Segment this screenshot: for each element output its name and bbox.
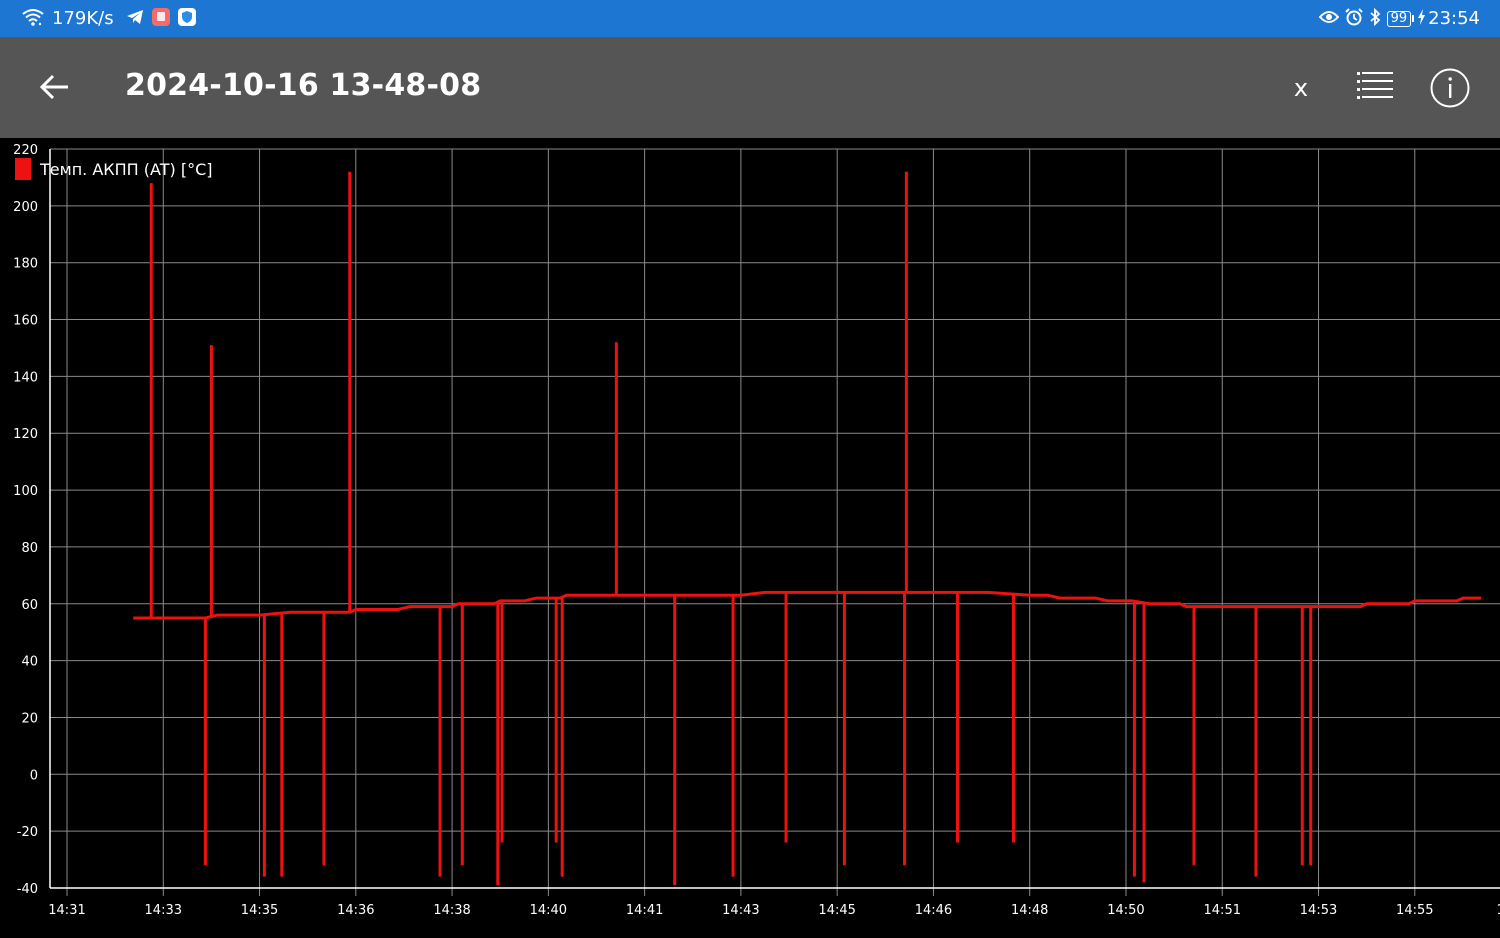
y-tick-label: 120: [13, 427, 38, 442]
x-tick-label: 14:51: [1204, 903, 1241, 918]
battery-tip: [1412, 15, 1415, 22]
x-tick-label: 14:38: [433, 903, 470, 918]
battery-icon: 99: [1386, 10, 1415, 27]
line-chart: 220200180160140120100806040200-20-4014:3…: [13, 143, 1500, 918]
y-tick-label: 200: [13, 200, 38, 215]
page-title: 2024-10-16 13-48-08: [125, 68, 482, 103]
y-tick-label: 220: [13, 143, 38, 158]
y-tick-label: 20: [21, 711, 38, 726]
back-button[interactable]: [34, 67, 76, 109]
clock: 23:54: [1428, 8, 1480, 29]
y-tick-label: 0: [30, 768, 38, 783]
list-icon: [1357, 72, 1393, 99]
telegram-icon: [126, 9, 144, 29]
y-tick-label: 180: [13, 257, 38, 272]
charging-icon: [1417, 8, 1426, 29]
battery-level: 99: [1386, 10, 1412, 27]
legend-swatch: [15, 158, 31, 180]
y-tick-label: 160: [13, 314, 38, 329]
eye-icon: [1318, 9, 1339, 28]
x-axis-button[interactable]: x: [1285, 71, 1317, 105]
chart-area[interactable]: 220 200 180 160 140 120 100 80 60 40 20 0 -20 -40 14:3…: [0, 138, 1500, 938]
status-right: 99 23:54: [1313, 0, 1480, 37]
app-icon: [151, 7, 170, 30]
network-speed: 179K/s: [52, 8, 114, 29]
list-button[interactable]: [1355, 70, 1395, 104]
x-tick-label: 14:43: [722, 903, 759, 918]
series-line: [133, 590, 1481, 620]
x-tick-label: 14:35: [241, 903, 278, 918]
alarm-icon: [1344, 7, 1363, 30]
info-icon: [1430, 68, 1470, 108]
info-button[interactable]: [1429, 67, 1471, 109]
y-tick-label: -40: [17, 882, 38, 897]
x-tick-label: 14:45: [818, 903, 855, 918]
legend-label: Темп. АКПП (AT) [°C]: [40, 159, 213, 179]
x-tick-label: 14:5: [1496, 903, 1500, 918]
x-tick-label: 14:46: [915, 903, 952, 918]
legend: Темп. АКПП (AT) [°C]: [15, 158, 212, 180]
x-tick-label: 14:40: [530, 903, 567, 918]
app-bar: 2024-10-16 13-48-08 x: [0, 37, 1500, 138]
x-tick-label: 14:53: [1300, 903, 1337, 918]
y-tick-label: -20: [17, 825, 38, 840]
x-tick-label: 14:55: [1396, 903, 1433, 918]
x-tick-label: 14:36: [337, 903, 374, 918]
y-tick-label: 40: [21, 655, 38, 670]
bluetooth-icon: [1369, 7, 1381, 30]
arrow-left-icon: [39, 74, 68, 100]
y-tick-label: 60: [21, 598, 38, 613]
y-tick-label: 80: [21, 541, 38, 556]
status-bar: 179K/s 99 23:54: [0, 0, 1500, 37]
status-left: 179K/s: [22, 0, 204, 37]
x-tick-label: 14:33: [145, 903, 182, 918]
x-tick-label: 14:41: [626, 903, 663, 918]
wifi-icon: [22, 8, 44, 30]
y-tick-label: 140: [13, 370, 38, 385]
shield-icon: [177, 7, 196, 30]
x-tick-label: 14:50: [1107, 903, 1144, 918]
x-tick-label: 14:48: [1011, 903, 1048, 918]
x-tick-label: 14:31: [48, 903, 85, 918]
y-tick-label: 100: [13, 484, 38, 499]
